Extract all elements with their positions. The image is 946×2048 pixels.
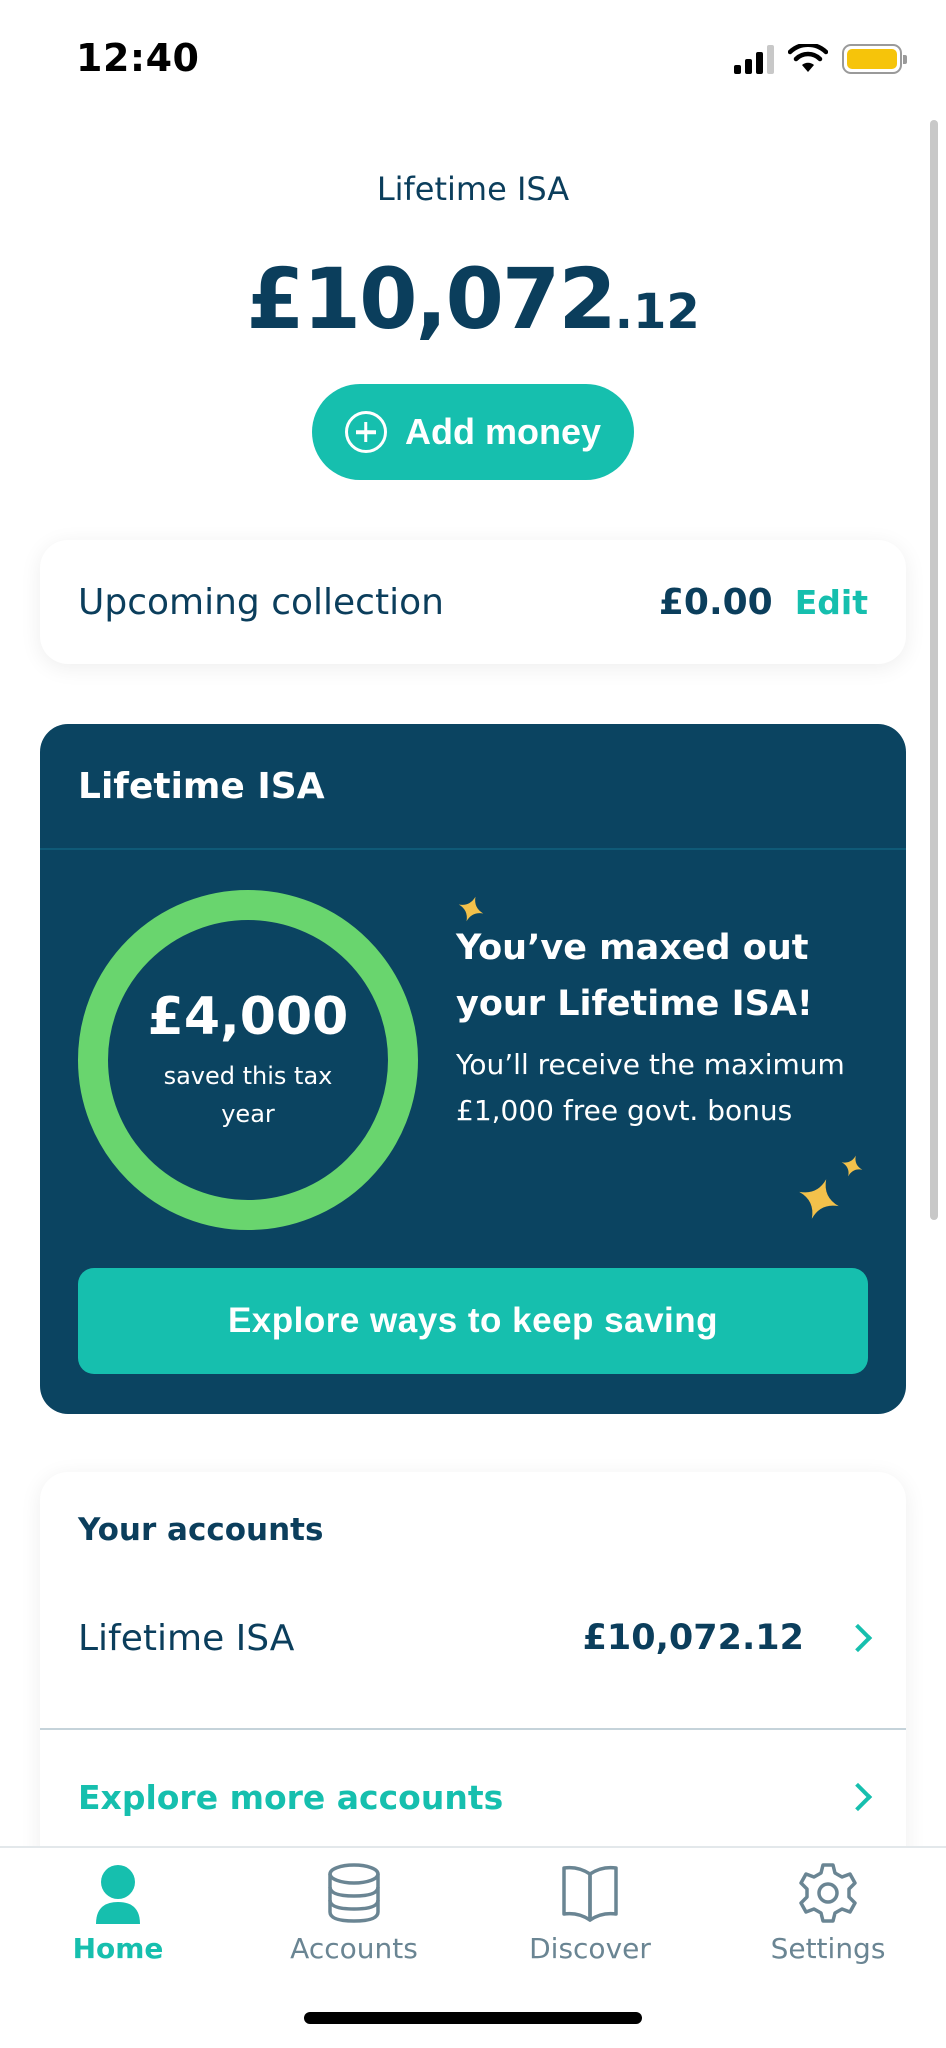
tab-settings-label: Settings xyxy=(770,1932,886,1965)
status-icons xyxy=(734,44,907,74)
saved-caption: saved this tax year xyxy=(163,1062,333,1128)
tab-home-label: Home xyxy=(72,1932,164,1965)
tab-discover-label: Discover xyxy=(529,1932,651,1965)
upcoming-amount: £0.00 xyxy=(658,581,773,623)
tab-discover[interactable]: Discover xyxy=(500,1862,680,1982)
add-money-button[interactable]: Add money xyxy=(312,384,634,480)
account-name: Lifetime ISA xyxy=(78,1617,295,1659)
card-divider xyxy=(40,848,906,850)
lisa-card-title: Lifetime ISA xyxy=(78,766,325,807)
maxed-out-subtitle: You’ll receive the maximum £1,000 free g… xyxy=(456,1048,845,1127)
add-money-label: Add money xyxy=(404,411,601,452)
gear-icon xyxy=(799,1863,857,1923)
upcoming-collection-card[interactable]: Upcoming collection £0.00 Edit xyxy=(40,540,906,664)
account-value: £10,072.12 xyxy=(582,1618,804,1658)
balance-minor: .12 xyxy=(614,284,700,340)
wifi-icon xyxy=(788,44,828,72)
accounts-heading: Your accounts xyxy=(78,1512,324,1548)
database-icon xyxy=(328,1863,380,1923)
balance-major: £10,072 xyxy=(246,250,617,348)
tab-accounts[interactable]: Accounts xyxy=(264,1862,444,1982)
lifetime-isa-card: Lifetime ISA £4,000 saved this tax year … xyxy=(40,724,906,1414)
home-indicator[interactable] xyxy=(304,2012,642,2024)
status-time: 12:40 xyxy=(76,36,200,80)
savings-progress-ring: £4,000 saved this tax year xyxy=(78,890,418,1230)
sparkle-icon xyxy=(799,1179,839,1219)
person-icon xyxy=(96,1865,140,1924)
balance: £10,072.12 xyxy=(0,250,946,348)
battery-icon xyxy=(842,44,907,74)
cellular-signal-icon xyxy=(734,44,774,74)
book-icon xyxy=(562,1865,618,1922)
sparkle-icon xyxy=(841,1155,863,1177)
explore-more-accounts-link[interactable]: Explore more accounts xyxy=(40,1742,906,1852)
upcoming-label: Upcoming collection xyxy=(78,581,444,623)
chevron-right-icon xyxy=(843,1623,873,1653)
explore-more-label: Explore more accounts xyxy=(78,1777,504,1817)
edit-link[interactable]: Edit xyxy=(795,583,868,622)
account-row-lifetime-isa[interactable]: Lifetime ISA £10,072.12 xyxy=(40,1578,906,1698)
chevron-right-icon xyxy=(843,1782,873,1812)
screen: 12:40 Lifetime ISA £10,072.12 Add money … xyxy=(0,0,946,2048)
explore-saving-button[interactable]: Explore ways to keep saving xyxy=(78,1268,868,1374)
accounts-divider xyxy=(40,1728,906,1730)
tab-home[interactable]: Home xyxy=(28,1862,208,1982)
saved-amount: £4,000 xyxy=(147,987,349,1047)
status-bar: 12:40 xyxy=(0,0,946,110)
plus-circle-icon xyxy=(344,411,387,453)
tab-settings[interactable]: Settings xyxy=(738,1862,918,1982)
your-accounts-card: Your accounts Lifetime ISA £10,072.12 Ex… xyxy=(40,1472,906,1892)
account-title: Lifetime ISA xyxy=(376,170,570,208)
maxed-out-title: You’ve maxed out your Lifetime ISA! xyxy=(456,928,813,1024)
tab-accounts-label: Accounts xyxy=(290,1932,418,1965)
